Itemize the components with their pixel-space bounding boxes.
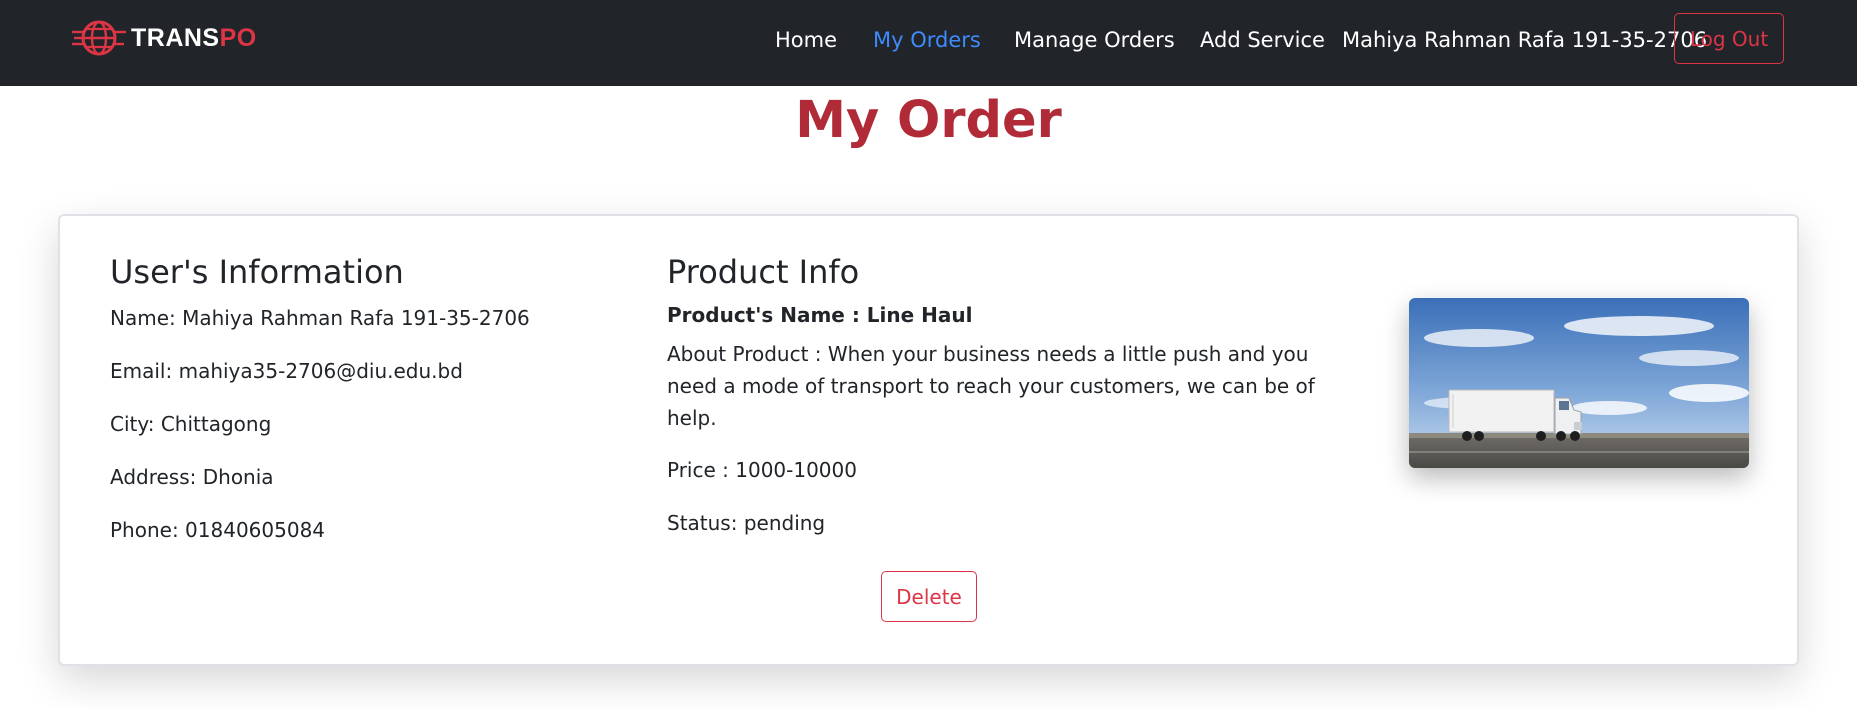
brand-name-part1: TRANS bbox=[131, 23, 220, 52]
page-title: My Order bbox=[795, 91, 1062, 150]
order-status: Status: pending bbox=[667, 511, 826, 535]
product-about: About Product : When your business needs… bbox=[667, 342, 1315, 430]
nav-link-add-service[interactable]: Add Service bbox=[1200, 24, 1325, 56]
user-email: Email: mahiya35-2706@diu.edu.bd bbox=[110, 359, 463, 383]
brand-name: TRANSPO bbox=[131, 24, 257, 53]
product-price: Price : 1000-10000 bbox=[667, 458, 857, 482]
user-address: Address: Dhonia bbox=[110, 465, 274, 489]
nav-link-home[interactable]: Home bbox=[775, 24, 837, 56]
logout-button[interactable]: Log Out bbox=[1674, 13, 1784, 64]
top-navbar: TRANSPO Home My Orders Manage Orders Add… bbox=[0, 0, 1857, 86]
delete-order-button[interactable]: Delete bbox=[881, 571, 977, 622]
user-info-section: User's Information Name: Mahiya Rahman R… bbox=[110, 252, 630, 567]
product-info-heading: Product Info bbox=[667, 253, 860, 291]
truck-on-road-image bbox=[1409, 298, 1749, 468]
brand-logo-link[interactable]: TRANSPO bbox=[72, 18, 257, 58]
nav-link-my-orders[interactable]: My Orders bbox=[873, 24, 981, 56]
order-card: User's Information Name: Mahiya Rahman R… bbox=[58, 214, 1799, 666]
user-city: City: Chittagong bbox=[110, 412, 272, 436]
nav-user-name: Mahiya Rahman Rafa 191-35-2706 bbox=[1342, 28, 1708, 52]
brand-name-part2: PO bbox=[219, 23, 257, 52]
user-name: Name: Mahiya Rahman Rafa 191-35-2706 bbox=[110, 306, 530, 330]
globe-truck-logo-icon bbox=[72, 20, 126, 56]
product-info-section: Product Info Product's Name : Line Haul … bbox=[667, 252, 1357, 560]
product-name: Product's Name : Line Haul bbox=[667, 303, 973, 327]
user-phone: Phone: 01840605084 bbox=[110, 518, 326, 542]
product-image bbox=[1409, 298, 1749, 468]
nav-link-manage-orders[interactable]: Manage Orders bbox=[1014, 24, 1175, 56]
user-info-heading: User's Information bbox=[110, 253, 404, 291]
